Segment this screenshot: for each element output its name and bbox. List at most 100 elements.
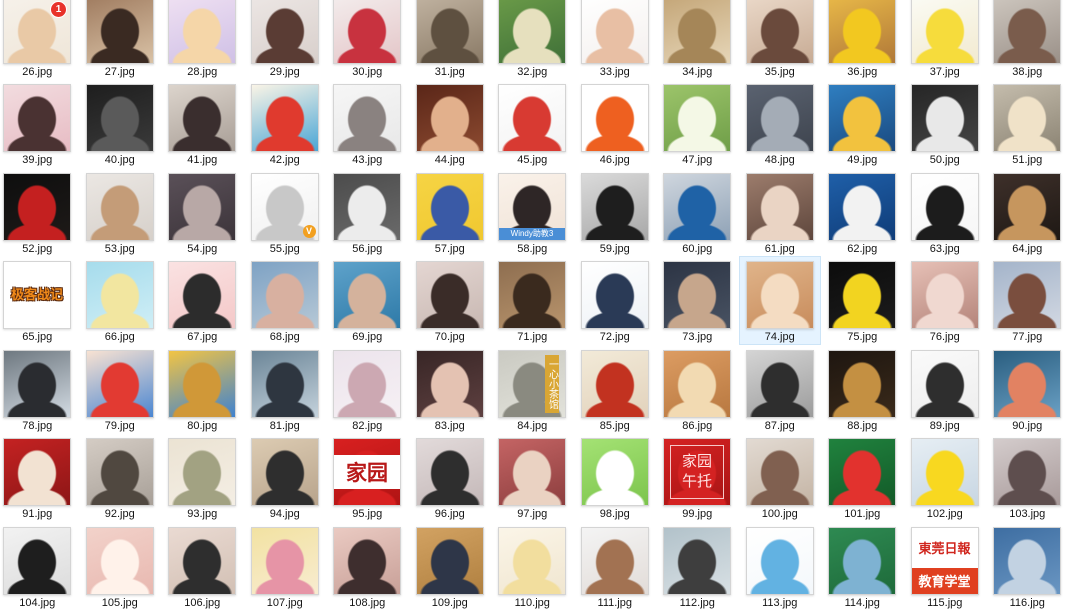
- file-item[interactable]: 48.jpg: [739, 79, 822, 168]
- thumbnail-image[interactable]: [580, 349, 649, 418]
- file-item[interactable]: 51.jpg: [986, 79, 1069, 168]
- file-item[interactable]: 30.jpg: [326, 0, 409, 79]
- file-item[interactable]: 40.jpg: [79, 79, 162, 168]
- file-item[interactable]: 107.jpg: [244, 522, 327, 611]
- thumbnail-image[interactable]: [250, 438, 319, 506]
- file-item[interactable]: 71.jpg: [491, 256, 574, 345]
- file-item[interactable]: 72.jpg: [574, 256, 657, 345]
- file-item[interactable]: 59.jpg: [574, 168, 657, 257]
- file-item[interactable]: 68.jpg: [244, 256, 327, 345]
- file-item[interactable]: 53.jpg: [79, 168, 162, 257]
- thumbnail-image[interactable]: [663, 349, 731, 418]
- thumbnail-image[interactable]: [993, 0, 1061, 64]
- file-item[interactable]: V 55.jpg: [244, 168, 327, 257]
- file-item[interactable]: 77.jpg: [986, 256, 1069, 345]
- file-item[interactable]: 76.jpg: [904, 256, 987, 345]
- file-item[interactable]: 69.jpg: [326, 256, 409, 345]
- file-item[interactable]: 54.jpg: [161, 168, 244, 257]
- file-item[interactable]: 86.jpg: [656, 345, 739, 434]
- file-item[interactable]: 56.jpg: [326, 168, 409, 257]
- file-item[interactable]: 109.jpg: [409, 522, 492, 611]
- file-item[interactable]: 96.jpg: [409, 433, 492, 522]
- thumbnail-image[interactable]: 极客战记: [3, 261, 71, 329]
- thumbnail-image[interactable]: [910, 0, 979, 64]
- file-item[interactable]: 102.jpg: [904, 433, 987, 522]
- thumbnail-image[interactable]: [910, 349, 979, 418]
- file-item[interactable]: 33.jpg: [574, 0, 657, 79]
- thumbnail-image[interactable]: [993, 526, 1061, 595]
- file-item[interactable]: 39.jpg: [0, 79, 79, 168]
- file-item[interactable]: 90.jpg: [986, 345, 1069, 434]
- file-item[interactable]: 85.jpg: [574, 345, 657, 434]
- file-item[interactable]: 37.jpg: [904, 0, 987, 79]
- file-item[interactable]: 79.jpg: [79, 345, 162, 434]
- thumbnail-image[interactable]: [168, 526, 236, 595]
- thumbnail-image[interactable]: [415, 526, 484, 595]
- file-item[interactable]: 82.jpg: [326, 345, 409, 434]
- thumbnail-image[interactable]: Windy助教3: [498, 172, 566, 241]
- thumbnail-image[interactable]: [168, 84, 236, 152]
- thumbnail-image[interactable]: [250, 84, 319, 152]
- file-item[interactable]: 35.jpg: [739, 0, 822, 79]
- file-item[interactable]: 64.jpg: [986, 168, 1069, 257]
- file-item[interactable]: 106.jpg: [161, 522, 244, 611]
- file-item[interactable]: 一心小茶馆 84.jpg: [491, 345, 574, 434]
- file-item[interactable]: 111.jpg: [574, 522, 657, 611]
- thumbnail-image[interactable]: [250, 349, 319, 418]
- thumbnail-image[interactable]: [415, 261, 484, 329]
- file-item[interactable]: Windy助教3 58.jpg: [491, 168, 574, 257]
- file-item[interactable]: 44.jpg: [409, 79, 492, 168]
- thumbnail-image[interactable]: V: [250, 172, 319, 241]
- file-item[interactable]: 31.jpg: [409, 0, 492, 79]
- file-item[interactable]: 75.jpg: [821, 256, 904, 345]
- thumbnail-image[interactable]: [498, 84, 566, 152]
- thumbnail-image[interactable]: [168, 261, 236, 329]
- thumbnail-image[interactable]: [333, 349, 401, 418]
- file-item[interactable]: 50.jpg: [904, 79, 987, 168]
- file-item[interactable]: 73.jpg: [656, 256, 739, 345]
- file-item[interactable]: 94.jpg: [244, 433, 327, 522]
- thumbnail-image[interactable]: [580, 526, 649, 595]
- thumbnail-image[interactable]: [828, 172, 896, 241]
- thumbnail-image[interactable]: [828, 349, 896, 418]
- thumbnail-image[interactable]: [993, 349, 1061, 418]
- thumbnail-image[interactable]: [415, 438, 484, 506]
- thumbnail-image[interactable]: [85, 84, 154, 152]
- thumbnail-image[interactable]: [415, 84, 484, 152]
- file-item[interactable]: 80.jpg: [161, 345, 244, 434]
- file-item[interactable]: 78.jpg: [0, 345, 79, 434]
- thumbnail-image[interactable]: [333, 172, 401, 241]
- thumbnail-image[interactable]: 1: [3, 0, 71, 64]
- thumbnail-image[interactable]: [993, 172, 1061, 241]
- thumbnail-image[interactable]: [580, 0, 649, 64]
- file-item[interactable]: 116.jpg: [986, 522, 1069, 611]
- file-item[interactable]: 105.jpg: [79, 522, 162, 611]
- thumbnail-image[interactable]: [745, 84, 814, 152]
- file-item[interactable]: 41.jpg: [161, 79, 244, 168]
- thumbnail-image[interactable]: [910, 261, 979, 329]
- thumbnail-image[interactable]: [745, 438, 814, 506]
- thumbnail-image[interactable]: [85, 438, 154, 506]
- thumbnail-image[interactable]: [415, 349, 484, 418]
- thumbnail-image[interactable]: [828, 526, 896, 595]
- thumbnail-image[interactable]: [828, 261, 896, 329]
- thumbnail-image[interactable]: [333, 84, 401, 152]
- file-item[interactable]: 49.jpg: [821, 79, 904, 168]
- file-item[interactable]: 70.jpg: [409, 256, 492, 345]
- thumbnail-image[interactable]: [3, 172, 71, 241]
- file-item[interactable]: 43.jpg: [326, 79, 409, 168]
- thumbnail-image[interactable]: [745, 526, 814, 595]
- file-item[interactable]: 87.jpg: [739, 345, 822, 434]
- file-item[interactable]: 28.jpg: [161, 0, 244, 79]
- thumbnail-image[interactable]: [745, 0, 814, 64]
- file-item[interactable]: 60.jpg: [656, 168, 739, 257]
- file-item[interactable]: 112.jpg: [656, 522, 739, 611]
- file-item[interactable]: 98.jpg: [574, 433, 657, 522]
- file-item[interactable]: 62.jpg: [821, 168, 904, 257]
- thumbnail-image[interactable]: 一心小茶馆: [498, 349, 566, 418]
- thumbnail-image[interactable]: 東莞日報 教育学堂: [910, 526, 979, 595]
- thumbnail-image[interactable]: [580, 438, 649, 506]
- file-item[interactable]: 東莞日報 教育学堂 115.jpg: [904, 522, 987, 611]
- thumbnail-image[interactable]: [333, 526, 401, 595]
- file-item[interactable]: 34.jpg: [656, 0, 739, 79]
